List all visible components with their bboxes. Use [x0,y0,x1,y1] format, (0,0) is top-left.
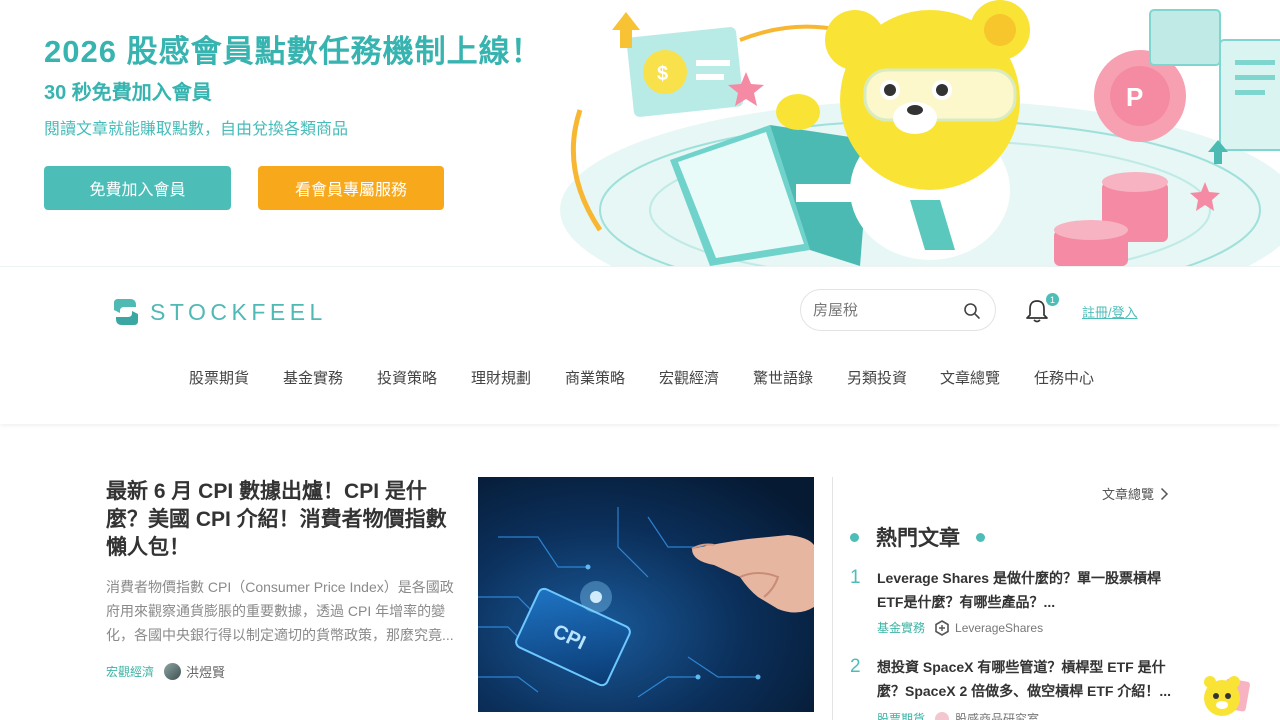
mascot-illustration: $ P [560,0,1280,266]
site-logo[interactable]: STOCKFEEL [112,295,327,329]
featured-article-title[interactable]: 最新 6 月 CPI 數據出爐！CPI 是什麼？美國 CPI 介紹！消費者物價指… [106,478,458,562]
floating-mascot-icon[interactable] [1200,672,1250,720]
nav-item-task-center[interactable]: 任務中心 [1034,367,1094,388]
nav-item-alternative-investment[interactable]: 另類投資 [847,367,907,388]
hot-article-meta: 基金實務 LeverageShares [877,619,1043,636]
nav-item-investment-strategy[interactable]: 投資策略 [377,367,437,388]
column-divider [832,477,833,720]
notification-count-badge: 1 [1046,293,1059,306]
featured-article-image[interactable]: CPI [478,477,814,712]
avatar [164,663,182,680]
leverageshares-logo-icon [935,619,949,636]
nav-item-all-articles[interactable]: 文章總覽 [940,367,1000,388]
featured-article-excerpt: 消費者物價指數 CPI（Consumer Price Index）是各國政府用來… [106,579,454,643]
banner-description: 閱讀文章就能賺取點數，自由兌換各類商品 [44,121,349,138]
nav-item-stocks-futures[interactable]: 股票期貨 [189,367,249,388]
heading-dot-right [976,532,985,542]
rank-number: 1 [850,567,861,588]
stockfeel-logo-icon [114,299,138,325]
site-header: STOCKFEEL 1 註冊/登入 股票期貨 基金實務 投資策略 理財規劃 商業… [0,266,1280,424]
search-box[interactable] [800,289,996,331]
chevron-right-icon [1160,487,1169,500]
hot-article-title[interactable]: Leverage Shares 是做什麼的？單一股票槓桿ETF是什麼？有哪些產品… [877,566,1173,614]
member-services-button[interactable]: 看會員專屬服務 [258,166,444,210]
svg-text:P: P [1126,82,1143,112]
featured-article-meta: 宏觀經濟 洪煜賢 [106,662,225,681]
category-tag[interactable]: 股票期貨 [877,710,925,720]
banner-subtitle: 30 秒免費加入會員 [44,82,212,104]
logo-text: STOCKFEEL [150,298,327,325]
promo-banner[interactable]: 2026 股感會員點數任務機制上線！ 30 秒免費加入會員 閱讀文章就能賺取點數… [0,0,1280,266]
category-tag[interactable]: 宏觀經濟 [106,663,154,680]
article-overview-label: 文章總覽 [1102,487,1155,502]
nav-item-financial-planning[interactable]: 理財規劃 [471,367,531,388]
hot-articles-heading: 熱門文章 [850,522,985,552]
svg-text:$: $ [657,63,668,85]
register-login-link[interactable]: 註冊/登入 [1082,302,1138,321]
search-input[interactable] [813,299,953,321]
nav-item-business-strategy[interactable]: 商業策略 [565,367,625,388]
nav-item-funds[interactable]: 基金實務 [283,367,343,388]
author-name[interactable]: 洪煜賢 [186,662,225,681]
article-overview-link[interactable]: 文章總覽 [1102,484,1169,503]
nav-item-macroeconomics[interactable]: 宏觀經濟 [659,367,719,388]
hot-article-meta: 股票期貨 股感商品研究室 [877,710,1039,720]
research-lab-avatar-icon [935,711,950,720]
source-name[interactable]: LeverageShares [955,621,1043,635]
heading-dot-left [850,532,859,542]
source-name[interactable]: 股感商品研究室 [955,710,1039,720]
category-tag[interactable]: 基金實務 [877,619,925,636]
nav-item-quotes[interactable]: 驚世語錄 [753,367,813,388]
search-icon[interactable] [963,302,981,320]
rank-number: 2 [850,656,861,677]
banner-title: 2026 股感會員點數任務機制上線！ [44,34,543,69]
main-nav: 股票期貨 基金實務 投資策略 理財規劃 商業策略 宏觀經濟 驚世語錄 另類投資 … [0,367,1280,393]
hot-article-title[interactable]: 想投資 SpaceX 有哪些管道？槓桿型 ETF 是什麼？SpaceX 2 倍做… [877,655,1173,703]
join-member-button[interactable]: 免費加入會員 [44,166,231,210]
hot-articles-title: 熱門文章 [876,527,960,550]
